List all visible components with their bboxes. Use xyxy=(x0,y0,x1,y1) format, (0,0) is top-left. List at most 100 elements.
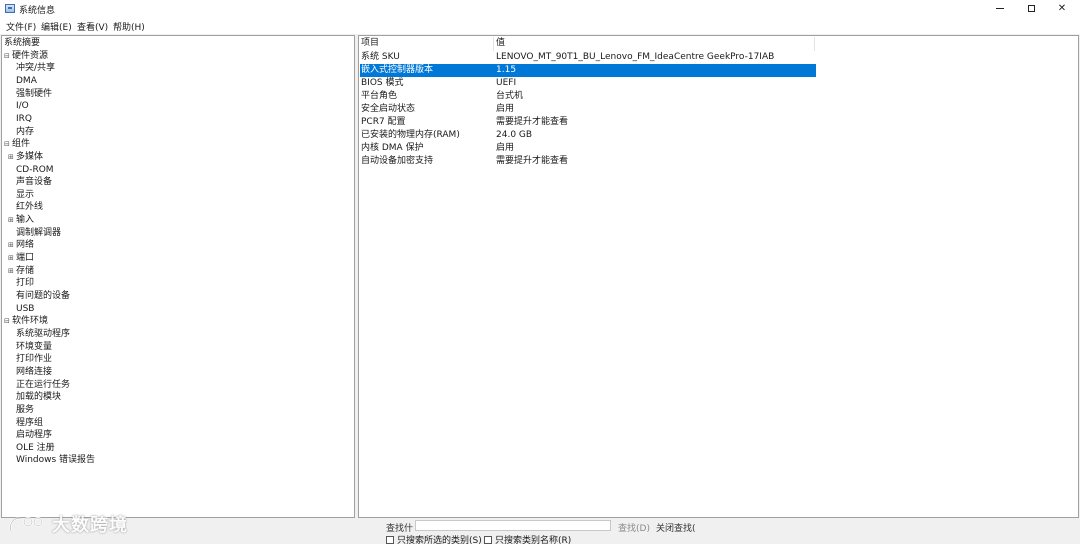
tree-item[interactable]: 网络连接 xyxy=(16,366,52,378)
minimize-icon xyxy=(996,8,1004,9)
tree-item[interactable]: 打印 xyxy=(16,277,34,289)
column-header-value-label: 值 xyxy=(496,38,506,48)
tree-item[interactable]: 声音设备 xyxy=(16,176,52,188)
detail-row[interactable]: 自动设备加密支持 需要提升才能查看 xyxy=(360,155,816,168)
tree-item[interactable]: 系统驱动程序 xyxy=(16,328,70,340)
expand-icon[interactable]: ⊞ xyxy=(8,153,14,160)
tree-item-label: 服务 xyxy=(16,404,35,415)
tree-item[interactable]: ⊞ 输入 xyxy=(8,214,34,226)
detail-list[interactable]: 项目 值 系统 SKU LENOVO_MT_90T1_BU_Lenovo_FM_I… xyxy=(358,35,1079,518)
detail-item: 嵌入式控制器版本 xyxy=(361,65,434,75)
tree-item[interactable]: ⊞ 存储 xyxy=(8,265,34,277)
tree-item[interactable]: 内存 xyxy=(16,126,34,138)
tree-item-label: 硬件资源 xyxy=(12,50,49,61)
checkbox-icon xyxy=(484,536,492,544)
tree-item[interactable]: ⊞ 多媒体 xyxy=(8,151,44,163)
only-selected-checkbox[interactable]: 只搜索所选的类别(S) xyxy=(386,533,482,544)
tree-item-label: 打印 xyxy=(16,278,35,289)
expand-icon[interactable]: ⊞ xyxy=(8,267,14,274)
detail-row[interactable]: 内核 DMA 保护 启用 xyxy=(360,142,816,155)
detail-row[interactable]: PCR7 配置 需要提升才能查看 xyxy=(360,116,816,129)
main-content: 系统摘要 ⊟ 硬件资源 冲突/共享 DMA 强制硬件 I/O IRQ 内存 ⊟ 组件 ⊞ 多媒体 CD-R… xyxy=(0,34,1080,518)
tree-item[interactable]: 显示 xyxy=(16,189,34,201)
tree-item[interactable]: Windows 错误报告 xyxy=(16,454,95,466)
only-names-checkbox[interactable]: 只搜索类别名称(R) xyxy=(484,533,571,544)
detail-value: 需要提升才能查看 xyxy=(496,156,569,166)
tree-item[interactable]: 正在运行任务 xyxy=(16,379,70,391)
find-button[interactable]: 查找(D) xyxy=(618,521,650,534)
close-find-button[interactable]: 关闭查找( xyxy=(656,521,696,534)
expand-icon[interactable]: ⊞ xyxy=(8,217,14,224)
tree-item-label: 强制硬件 xyxy=(16,88,53,99)
system-info-app-icon xyxy=(5,4,15,13)
tree-item[interactable]: 调制解调器 xyxy=(16,227,61,239)
tree-item[interactable]: 强制硬件 xyxy=(16,88,52,100)
close-button[interactable]: ✕ xyxy=(1045,0,1079,17)
maximize-icon xyxy=(1027,5,1035,12)
menu-help[interactable]: 帮助(H) xyxy=(113,20,145,33)
watermark-logo-icon xyxy=(9,517,43,532)
tree-item[interactable]: I/O xyxy=(16,100,29,112)
tree-item[interactable]: 环境变量 xyxy=(16,341,52,353)
detail-item: PCR7 配置 xyxy=(361,117,406,127)
minimize-button[interactable] xyxy=(983,0,1017,17)
tree-item-label: 程序组 xyxy=(16,417,44,428)
detail-value: 台式机 xyxy=(496,91,524,101)
tree-item[interactable]: ⊞ 网络 xyxy=(8,239,34,251)
expand-icon[interactable]: ⊞ xyxy=(8,242,14,249)
only-names-label: 只搜索类别名称(R) xyxy=(495,536,572,544)
detail-row[interactable]: 安全启动状态 启用 xyxy=(360,103,816,116)
menu-view[interactable]: 查看(V) xyxy=(77,20,108,33)
tree-item[interactable]: IRQ xyxy=(16,113,32,125)
tree-item-label: 内存 xyxy=(16,126,35,137)
tree-item[interactable]: USB xyxy=(16,303,34,315)
collapse-icon[interactable]: ⊟ xyxy=(4,318,10,325)
tree-item-label: 软件环境 xyxy=(12,316,49,327)
tree-item[interactable]: DMA xyxy=(16,75,37,87)
tree-item[interactable]: 打印作业 xyxy=(16,353,52,365)
tree-item-label: 有问题的设备 xyxy=(16,291,71,301)
tree-item[interactable]: ⊟ 组件 xyxy=(4,138,31,150)
tree-item-label: 显示 xyxy=(16,189,35,200)
find-input[interactable] xyxy=(415,520,611,531)
collapse-icon[interactable]: ⊟ xyxy=(4,141,10,148)
detail-value: UEFI xyxy=(496,78,517,88)
tree-item[interactable]: 程序组 xyxy=(16,417,43,429)
tree-item[interactable]: ⊟ 软件环境 xyxy=(4,315,49,327)
tree-item-label: IRQ xyxy=(16,113,32,124)
tree-item[interactable]: 系统摘要 xyxy=(4,37,40,49)
category-tree[interactable]: 系统摘要 ⊟ 硬件资源 冲突/共享 DMA 强制硬件 I/O IRQ 内存 ⊟ 组件 ⊞ 多媒体 CD-R… xyxy=(1,35,355,518)
tree-item-label: OLE 注册 xyxy=(16,442,55,453)
column-header-item[interactable]: 项目 xyxy=(359,37,494,51)
tree-item[interactable]: CD-ROM xyxy=(16,164,54,176)
tree-item[interactable]: 冲突/共享 xyxy=(16,62,55,74)
tree-item[interactable]: ⊟ 硬件资源 xyxy=(4,50,49,62)
column-header-value[interactable]: 值 xyxy=(494,37,815,51)
tree-item-label: I/O xyxy=(16,101,29,112)
detail-row[interactable]: 已安装的物理内存(RAM) 24.0 GB xyxy=(360,129,816,142)
detail-value: 需要提升才能查看 xyxy=(496,117,569,127)
tree-item-label: 冲突/共享 xyxy=(16,63,56,74)
tree-item-label: 多媒体 xyxy=(16,151,44,162)
detail-row[interactable]: 嵌入式控制器版本 1.15 xyxy=(360,64,816,77)
detail-row[interactable]: 平台角色 台式机 xyxy=(360,90,816,103)
tree-item[interactable]: ⊞ 端口 xyxy=(8,252,34,264)
detail-row[interactable]: BIOS 模式 UEFI xyxy=(360,77,816,90)
tree-item[interactable]: 服务 xyxy=(16,404,34,416)
tree-item[interactable]: 加载的模块 xyxy=(16,391,61,403)
detail-row[interactable]: 系统 SKU LENOVO_MT_90T1_BU_Lenovo_FM_IdeaCe… xyxy=(360,51,816,64)
tree-item[interactable]: 红外线 xyxy=(16,201,43,213)
title-bar: 系统信息 ✕ xyxy=(0,0,1080,18)
tree-item-label: 正在运行任务 xyxy=(16,379,71,390)
tree-item[interactable]: 启动程序 xyxy=(16,429,52,441)
maximize-button[interactable] xyxy=(1014,0,1048,17)
checkbox-icon xyxy=(386,536,394,544)
tree-item-label: 组件 xyxy=(12,139,31,150)
tree-item-label: 加载的模块 xyxy=(16,392,62,403)
tree-item[interactable]: OLE 注册 xyxy=(16,442,55,454)
tree-item[interactable]: 有问题的设备 xyxy=(16,290,70,302)
expand-icon[interactable]: ⊞ xyxy=(8,255,14,262)
menu-file[interactable]: 文件(F) xyxy=(6,20,36,33)
collapse-icon[interactable]: ⊟ xyxy=(4,52,10,59)
menu-edit[interactable]: 编辑(E) xyxy=(41,20,72,33)
